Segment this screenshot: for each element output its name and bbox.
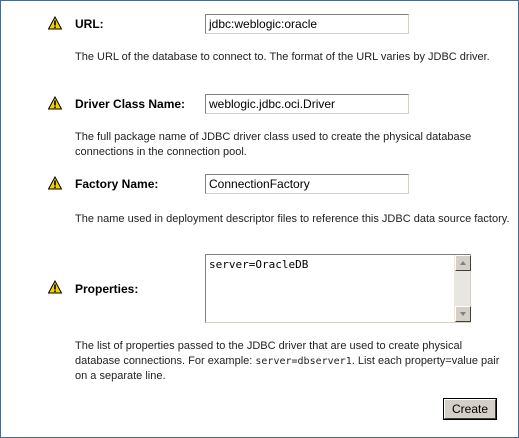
factory-name-description: The name used in deployment descriptor f… xyxy=(75,213,510,225)
scroll-up-arrow-icon xyxy=(460,261,466,265)
driver-class-name-description: The full package name of JDBC driver cla… xyxy=(75,131,472,158)
url-description: The URL of the database to connect to. T… xyxy=(75,51,490,63)
scroll-down-button[interactable] xyxy=(455,306,471,322)
scroll-down-arrow-icon xyxy=(460,312,466,316)
warning-icon xyxy=(48,280,62,294)
properties-textarea[interactable]: server=OracleDB xyxy=(205,254,471,323)
create-button[interactable]: Create xyxy=(443,398,497,420)
properties-example-code: server=dbserver1 xyxy=(255,356,352,367)
warning-icon xyxy=(48,16,62,30)
create-data-source-form: URL: jdbc:weblogic:oracle The URL of the… xyxy=(0,0,519,438)
factory-name-input[interactable]: ConnectionFactory xyxy=(205,174,409,194)
driver-class-name-input[interactable]: weblogic.jdbc.oci.Driver xyxy=(205,94,409,114)
properties-scrollbar[interactable] xyxy=(454,255,471,322)
driver-class-name-label: Driver Class Name: xyxy=(75,97,186,111)
factory-name-label: Factory Name: xyxy=(75,177,159,191)
url-label: URL: xyxy=(75,17,104,31)
url-input[interactable]: jdbc:weblogic:oracle xyxy=(205,14,409,34)
properties-textarea-text: server=OracleDB xyxy=(209,258,309,271)
properties-description: The list of properties passed to the JDB… xyxy=(75,339,505,384)
warning-icon xyxy=(48,96,62,110)
scroll-up-button[interactable] xyxy=(455,255,471,271)
properties-label: Properties: xyxy=(75,282,139,296)
warning-icon xyxy=(48,176,62,190)
